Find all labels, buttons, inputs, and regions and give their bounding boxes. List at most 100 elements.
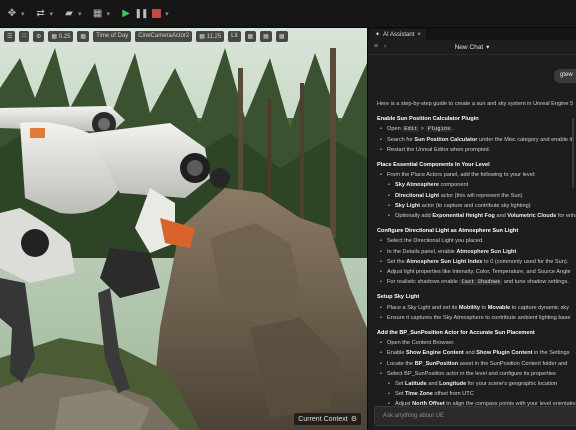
response-list-item: Open Edit > Plugins. bbox=[377, 124, 576, 134]
close-icon[interactable]: × bbox=[417, 32, 421, 38]
response-text: Cast Shadows bbox=[459, 279, 503, 286]
viewport-menu-button[interactable]: ☰ bbox=[4, 30, 16, 42]
response-list-item: Open the Content Browser. bbox=[377, 338, 576, 348]
camera-group[interactable]: ▰ ▾ bbox=[63, 8, 82, 20]
response-text: for your scene's geographic location bbox=[466, 381, 558, 388]
view-options-button[interactable]: ⚙ bbox=[33, 30, 45, 42]
response-heading: Place Essential Components In Your Level bbox=[377, 162, 490, 169]
time-of-day-button[interactable]: Time of Day bbox=[93, 30, 132, 42]
tab-ai-assistant[interactable]: ✦ AI Assistant × bbox=[370, 29, 426, 40]
response-text: Sun Position Calculator bbox=[414, 136, 478, 143]
transform-group[interactable]: ⇄ ▾ bbox=[35, 8, 54, 20]
lit-mode-button[interactable]: Lit bbox=[228, 30, 241, 42]
response-list-item: Optionally add Exponential Height Fog an… bbox=[377, 211, 576, 221]
response-list-item: Adjust light properties like Intensity, … bbox=[377, 267, 576, 277]
response-text: actor (this will represent the Sun) bbox=[439, 192, 523, 199]
back-icon[interactable]: ‹ bbox=[384, 43, 386, 50]
response-text: Latitude bbox=[404, 381, 427, 388]
chevron-down-icon[interactable]: ▾ bbox=[165, 10, 169, 18]
response-text: and bbox=[426, 381, 440, 388]
response-text: Movable bbox=[487, 304, 511, 311]
response-text: Optionally add bbox=[395, 213, 433, 220]
response-text: Set bbox=[395, 391, 405, 398]
grid-button[interactable]: ▦ bbox=[77, 30, 90, 42]
build-icon[interactable]: ▦ bbox=[92, 8, 104, 20]
build-group[interactable]: ▦ ▾ bbox=[92, 8, 111, 20]
response-text: to capture dynamic sky bbox=[510, 304, 569, 311]
new-chat-label: New Chat bbox=[454, 43, 484, 51]
response-text: Sky Light bbox=[395, 202, 421, 209]
transform-icon[interactable]: ⇄ bbox=[35, 8, 47, 20]
assistant-response: Here is a step-by-step guide to create a… bbox=[377, 99, 576, 420]
chat-scrollbar[interactable] bbox=[572, 118, 574, 188]
response-text: asset in the SunPosition Content folder … bbox=[458, 360, 568, 367]
response-text: Open bbox=[387, 126, 403, 133]
response-text: Sky Atmosphere bbox=[395, 182, 439, 189]
response-text: Select BP_SunPosition actor in the level… bbox=[387, 370, 556, 377]
response-list-item: Sky Light actor (to capture and contribu… bbox=[377, 201, 576, 211]
main-toolbar: ✥ ▾ ⇄ ▾ ▰ ▾ ▦ ▾ ▶ ❚❚ ▾ bbox=[0, 0, 576, 28]
level-viewport[interactable]: ☰ □ ⚙ ▦ 0.25 ▦ Time of Day CineCameraAct… bbox=[0, 28, 367, 430]
select-mode-group[interactable]: ✥ ▾ bbox=[6, 8, 25, 20]
response-intro: Here is a step-by-step guide to create a… bbox=[377, 101, 574, 107]
settings-icon[interactable]: ⚙ bbox=[351, 415, 357, 423]
response-text: and bbox=[463, 350, 477, 357]
response-heading: Configure Directional Light as Atmospher… bbox=[377, 228, 519, 235]
camera-actor-button[interactable]: CineCameraActor2 bbox=[135, 30, 193, 42]
response-text: Enable bbox=[387, 350, 406, 357]
response-text: to bbox=[479, 304, 488, 311]
response-list-item: Select BP_SunPosition actor in the level… bbox=[377, 369, 576, 379]
chevron-down-icon: ▾ bbox=[486, 44, 490, 51]
context-status[interactable]: Current Context ⚙ bbox=[294, 413, 361, 425]
pause-icon[interactable]: ❚❚ bbox=[135, 8, 149, 20]
perspective-button[interactable]: □ bbox=[19, 30, 30, 42]
layout-button[interactable]: ▦ bbox=[275, 30, 288, 42]
chat-input[interactable]: Ask anything about UE bbox=[374, 406, 576, 426]
move-icon[interactable]: ✥ bbox=[6, 8, 18, 20]
response-text: Ensure it captures the Sky Atmosphere to… bbox=[387, 314, 571, 321]
response-text: Locate the bbox=[387, 360, 415, 367]
response-text: component bbox=[438, 182, 469, 189]
response-list-item: Set Latitude and Longitude for your scen… bbox=[377, 379, 576, 389]
stop-icon[interactable] bbox=[150, 8, 162, 20]
response-text: and bbox=[494, 213, 508, 220]
show-flags-button[interactable]: ▦ bbox=[244, 30, 257, 42]
response-text: in the Settings bbox=[532, 350, 570, 357]
play-controls: ▶ ❚❚ ▾ bbox=[120, 8, 169, 20]
chevron-down-icon[interactable]: ▾ bbox=[78, 10, 82, 18]
response-text: Open the Content Browser. bbox=[387, 340, 455, 347]
response-list-item: For realistic shadows enable Cast Shadow… bbox=[377, 277, 576, 287]
scalability-button[interactable]: ▦ bbox=[260, 30, 272, 42]
response-text: and tune shadow settings. bbox=[502, 279, 569, 286]
tab-label: AI Assistant bbox=[383, 31, 415, 38]
response-text: . bbox=[452, 126, 454, 133]
ai-assistant-panel: ✦ AI Assistant × ≡ ‹ New Chat ▾ gtew Her… bbox=[367, 28, 576, 430]
response-text: Set bbox=[395, 381, 405, 388]
response-text: under the Misc category and enable it. bbox=[477, 136, 574, 143]
response-text: From the Place Actors panel, add the fol… bbox=[387, 172, 536, 179]
response-text: Show Engine Content bbox=[405, 350, 464, 357]
response-text: For realistic shadows enable bbox=[387, 279, 460, 286]
response-text: In the Details panel, enable bbox=[387, 248, 457, 255]
camera-icon[interactable]: ▰ bbox=[63, 8, 75, 20]
response-list-item: Search for Sun Position Calculator under… bbox=[377, 135, 576, 145]
response-text: Directional Light bbox=[395, 192, 440, 199]
new-chat-button[interactable]: New Chat ▾ bbox=[454, 43, 490, 52]
response-list-item: Place a Sky Light and set its Mobility t… bbox=[377, 303, 576, 313]
response-list-item: From the Place Actors panel, add the fol… bbox=[377, 170, 576, 180]
chevron-down-icon[interactable]: ▾ bbox=[21, 10, 25, 18]
response-list-item: Locate the BP_SunPosition asset in the S… bbox=[377, 359, 576, 369]
history-icon[interactable]: ≡ bbox=[374, 43, 378, 50]
snap-button[interactable]: ▦ 0.25 bbox=[48, 30, 74, 42]
chevron-down-icon[interactable]: ▾ bbox=[50, 10, 54, 18]
fov-button[interactable]: ▦ 11.25 bbox=[196, 30, 225, 42]
play-icon[interactable]: ▶ bbox=[120, 8, 132, 20]
response-text: Show Plugin Content bbox=[476, 350, 533, 357]
context-label: Current Context bbox=[298, 415, 348, 423]
viewport-toolbar: ☰ □ ⚙ ▦ 0.25 ▦ Time of Day CineCameraAct… bbox=[0, 28, 367, 44]
response-text: for enhanced bbox=[557, 213, 576, 220]
response-text: Select the Directional Light you placed. bbox=[387, 238, 484, 245]
response-text: > bbox=[419, 126, 426, 133]
chevron-down-icon[interactable]: ▾ bbox=[107, 10, 111, 18]
response-text: to 0 (commonly used for the Sun). bbox=[482, 258, 569, 265]
